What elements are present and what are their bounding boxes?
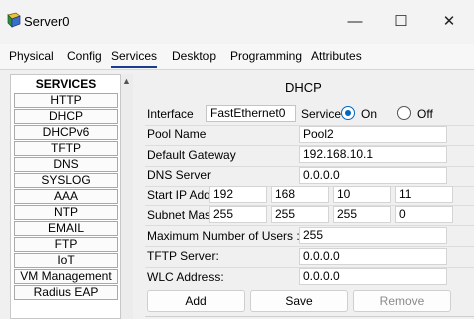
tab-bar: Physical Config Services Desktop Program… bbox=[0, 44, 474, 70]
default-gateway-input[interactable]: 192.168.10.1 bbox=[299, 146, 447, 163]
service-item-ftp[interactable]: FTP bbox=[14, 237, 118, 252]
add-button[interactable]: Add bbox=[147, 290, 245, 312]
service-item-radius-eap[interactable]: Radius EAP bbox=[14, 285, 118, 300]
minimize-button[interactable]: — bbox=[343, 10, 367, 34]
window-title: Server0 bbox=[24, 14, 70, 29]
save-button[interactable]: Save bbox=[250, 290, 348, 312]
subnet-mask-octet-4[interactable]: 0 bbox=[395, 206, 453, 223]
max-users-label: Maximum Number of Users : bbox=[147, 229, 300, 243]
interface-label: Interface bbox=[147, 107, 194, 121]
maximize-button[interactable]: ☐ bbox=[389, 10, 413, 34]
services-header: SERVICES bbox=[35, 77, 97, 91]
start-ip-label: Start IP Addr bbox=[147, 188, 215, 202]
service-item-http[interactable]: HTTP bbox=[14, 93, 118, 108]
tftp-server-input[interactable]: 0.0.0.0 bbox=[299, 248, 447, 265]
service-off-label: Off bbox=[417, 107, 433, 121]
service-item-syslog[interactable]: SYSLOG bbox=[14, 173, 118, 188]
tab-physical[interactable]: Physical bbox=[9, 49, 54, 63]
service-label: Service bbox=[301, 107, 342, 121]
service-item-tftp[interactable]: TFTP bbox=[14, 141, 118, 156]
remove-button[interactable]: Remove bbox=[353, 290, 451, 312]
interface-select[interactable]: FastEthernet0 bbox=[206, 105, 296, 122]
service-item-dns[interactable]: DNS bbox=[14, 157, 118, 172]
pool-name-input[interactable]: Pool2 bbox=[299, 126, 447, 143]
dhcp-panel: DHCP Interface FastEthernet0 Service On … bbox=[140, 74, 474, 319]
divider bbox=[145, 246, 474, 247]
start-ip-octet-1[interactable]: 192 bbox=[209, 186, 267, 203]
tab-config[interactable]: Config bbox=[67, 49, 102, 63]
subnet-mask-octet-2[interactable]: 255 bbox=[271, 206, 329, 223]
tftp-server-label: TFTP Server: bbox=[147, 249, 219, 263]
wlc-address-label: WLC Address: bbox=[147, 270, 224, 284]
subnet-mask-octet-1[interactable]: 255 bbox=[209, 206, 267, 223]
services-scrollbar[interactable]: ▲ bbox=[121, 74, 133, 319]
service-on-radio[interactable] bbox=[341, 106, 355, 120]
server-app-icon bbox=[7, 12, 21, 28]
services-list: SERVICES HTTP DHCP DHCPv6 TFTP DNS SYSLO… bbox=[10, 74, 121, 319]
title-bar: Server0 — ☐ ✕ bbox=[0, 0, 474, 44]
page-title: DHCP bbox=[285, 80, 322, 95]
service-item-vm-management[interactable]: VM Management bbox=[14, 269, 118, 284]
wlc-address-input[interactable]: 0.0.0.0 bbox=[299, 268, 447, 285]
dns-server-label: DNS Server bbox=[147, 168, 212, 182]
default-gateway-label: Default Gateway bbox=[147, 148, 236, 162]
tab-desktop[interactable]: Desktop bbox=[172, 49, 216, 63]
start-ip-octet-4[interactable]: 11 bbox=[395, 186, 453, 203]
service-item-dhcp[interactable]: DHCP bbox=[14, 109, 118, 124]
tab-services[interactable]: Services bbox=[111, 49, 158, 68]
tab-attributes[interactable]: Attributes bbox=[311, 49, 362, 63]
service-item-iot[interactable]: IoT bbox=[14, 253, 118, 268]
service-item-email[interactable]: EMAIL bbox=[14, 221, 118, 236]
max-users-input[interactable]: 255 bbox=[299, 227, 447, 244]
subnet-mask-octet-3[interactable]: 255 bbox=[333, 206, 391, 223]
pool-name-label: Pool Name bbox=[147, 127, 207, 141]
service-off-radio[interactable] bbox=[397, 106, 411, 120]
tab-programming[interactable]: Programming bbox=[230, 49, 302, 63]
service-item-ntp[interactable]: NTP bbox=[14, 205, 118, 220]
scroll-up-icon[interactable]: ▲ bbox=[122, 76, 131, 86]
dns-server-input[interactable]: 0.0.0.0 bbox=[299, 167, 447, 184]
service-item-aaa[interactable]: AAA bbox=[14, 189, 118, 204]
start-ip-octet-3[interactable]: 10 bbox=[333, 186, 391, 203]
subnet-mask-label: Subnet Mask bbox=[147, 208, 218, 222]
service-on-label: On bbox=[361, 107, 378, 121]
start-ip-octet-2[interactable]: 168 bbox=[271, 186, 329, 203]
close-button[interactable]: ✕ bbox=[437, 10, 461, 34]
service-item-dhcpv6[interactable]: DHCPv6 bbox=[14, 125, 118, 140]
divider bbox=[145, 225, 474, 226]
